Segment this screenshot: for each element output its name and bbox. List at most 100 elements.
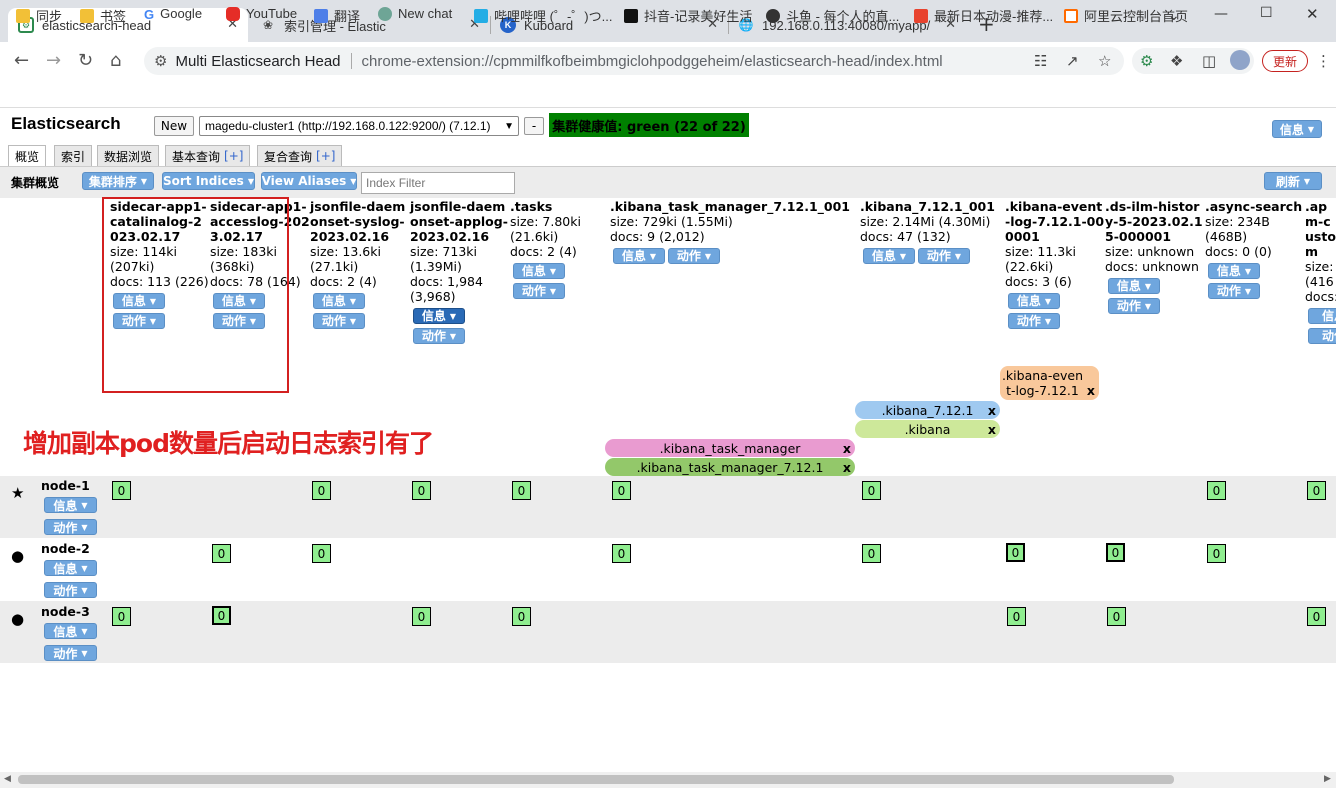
index-info-button[interactable]: 信息 ▼ [613, 248, 665, 264]
tab-overview[interactable]: 概览 [8, 145, 47, 166]
bookmark-anime[interactable]: 最新日本动漫-推荐... [914, 6, 1053, 25]
index-info-button[interactable]: 信息 ▼ [1208, 263, 1260, 279]
cluster-sort-button[interactable]: 集群排序 ▼ [82, 172, 154, 190]
index-info-button[interactable]: 信息 [1308, 308, 1336, 324]
index-info-button[interactable]: 信息 ▼ [413, 308, 465, 324]
alias-kibana-7-12-1[interactable]: .kibana_7.12.1 x [855, 401, 1000, 419]
reload-icon[interactable]: ↻ [78, 50, 93, 71]
node-action-button[interactable]: 动作 ▼ [44, 645, 97, 661]
index-action-button[interactable]: 动作 [1308, 328, 1336, 344]
shard[interactable]: 0 [512, 607, 531, 626]
shard[interactable]: 0 [1107, 607, 1126, 626]
home-icon[interactable]: ⌂ [110, 50, 121, 71]
node-info-button[interactable]: 信息 ▼ [44, 497, 97, 513]
shard[interactable]: 0 [112, 481, 131, 500]
index-action-button[interactable]: 动作 ▼ [313, 313, 365, 329]
tab-basic-query[interactable]: 基本查询 [+] [165, 145, 251, 166]
bookmark-bilibili[interactable]: 哔哩哔哩 (゜-゜)つ... [474, 6, 612, 25]
forward-icon[interactable]: → [46, 50, 61, 71]
shard[interactable]: 0 [512, 481, 531, 500]
index-action-button[interactable]: 动作 ▼ [413, 328, 465, 344]
sidepanel-icon[interactable]: ◫ [1202, 52, 1216, 70]
bookmark-newchat[interactable]: New chat [378, 6, 452, 21]
translate-icon[interactable]: ☷ [1034, 52, 1047, 70]
primary-shard[interactable]: 0 [212, 606, 231, 625]
index-info-button[interactable]: 信息 ▼ [863, 248, 915, 264]
node-info-button[interactable]: 信息 ▼ [44, 560, 97, 576]
bookmark-douyin[interactable]: 抖音-记录美好生活 [624, 6, 752, 25]
shard[interactable]: 0 [1307, 481, 1326, 500]
scrollbar-thumb[interactable] [18, 775, 1174, 784]
index-info-button[interactable]: 信息 ▼ [513, 263, 565, 279]
remove-alias-icon[interactable]: x [988, 422, 996, 437]
shard[interactable]: 0 [1007, 607, 1026, 626]
bookmark-shuqian[interactable]: 书签 [80, 6, 126, 25]
add-tab-link[interactable]: [+] [316, 149, 335, 163]
primary-shard[interactable]: 0 [1006, 543, 1025, 562]
index-action-button[interactable]: 动作 ▼ [918, 248, 970, 264]
alias-kibana-event-log[interactable]: .kibana-event-log-7.12.1 x [1000, 366, 1099, 400]
primary-shard[interactable]: 0 [1106, 543, 1125, 562]
shard[interactable]: 0 [862, 544, 881, 563]
node-action-button[interactable]: 动作 ▼ [44, 519, 97, 535]
node-action-button[interactable]: 动作 ▼ [44, 582, 97, 598]
refresh-button[interactable]: 刷新 ▼ [1264, 172, 1322, 190]
window-close-icon[interactable]: ✕ [1306, 5, 1319, 23]
share-icon[interactable]: ↗ [1066, 52, 1079, 70]
scroll-right-icon[interactable]: ▶ [1324, 774, 1331, 784]
puzzle-icon[interactable]: ❖ [1170, 52, 1183, 70]
bookmark-aliyun[interactable]: 阿里云控制台首页 [1064, 6, 1188, 25]
avatar[interactable] [1230, 50, 1250, 70]
shard[interactable]: 0 [862, 481, 881, 500]
shard[interactable]: 0 [412, 481, 431, 500]
tab-browser[interactable]: 数据浏览 [97, 145, 160, 166]
index-action-button[interactable]: 动作 ▼ [1208, 283, 1260, 299]
remove-alias-icon[interactable]: x [843, 441, 851, 456]
tab-indices[interactable]: 索引 [54, 145, 93, 166]
minimize-icon[interactable]: — [1214, 6, 1228, 22]
shard[interactable]: 0 [612, 544, 631, 563]
index-action-button[interactable]: 动作 ▼ [1008, 313, 1060, 329]
disconnect-button[interactable]: - [524, 117, 544, 135]
alias-kibana-task-manager-7-12-1[interactable]: .kibana_task_manager_7.12.1 x [605, 458, 855, 476]
alias-kibana[interactable]: .kibana x [855, 420, 1000, 438]
bookmark-youtube[interactable]: YouTube [226, 6, 297, 21]
add-tab-link[interactable]: [+] [224, 149, 243, 163]
head-extension-icon[interactable]: ⚙ [1140, 52, 1153, 70]
remove-alias-icon[interactable]: x [1087, 383, 1095, 398]
shard[interactable]: 0 [1207, 481, 1226, 500]
view-aliases-button[interactable]: View Aliases ▼ [261, 172, 357, 190]
menu-icon[interactable]: ⋮ [1316, 52, 1331, 70]
shard[interactable]: 0 [112, 607, 131, 626]
info-dropdown-button[interactable]: 信息 ▼ [1272, 120, 1322, 138]
index-info-button[interactable]: 信息 ▼ [1108, 278, 1160, 294]
shard[interactable]: 0 [312, 544, 331, 563]
index-info-button[interactable]: 信息 ▼ [313, 293, 365, 309]
sort-indices-button[interactable]: Sort Indices ▼ [162, 172, 255, 190]
index-info-button[interactable]: 信息 ▼ [1008, 293, 1060, 309]
remove-alias-icon[interactable]: x [843, 460, 851, 475]
shard[interactable]: 0 [412, 607, 431, 626]
shard[interactable]: 0 [1307, 607, 1326, 626]
index-action-button[interactable]: 动作 ▼ [1108, 298, 1160, 314]
scroll-left-icon[interactable]: ◀ [4, 774, 11, 784]
star-icon[interactable]: ☆ [1098, 52, 1111, 70]
cluster-select[interactable]: magedu-cluster1 (http://192.168.0.122:92… [199, 116, 519, 136]
bookmark-sync[interactable]: 同步 [16, 6, 62, 25]
shard[interactable]: 0 [1207, 544, 1226, 563]
shard[interactable]: 0 [312, 481, 331, 500]
bookmark-douyu[interactable]: 斗鱼 - 每个人的直... [766, 6, 899, 25]
index-filter-input[interactable]: Index Filter [361, 172, 515, 194]
new-connection-button[interactable]: New [154, 116, 194, 136]
alias-kibana-task-manager[interactable]: .kibana_task_manager x [605, 439, 855, 457]
bookmark-translate[interactable]: 翻译 [314, 6, 360, 25]
address-bar[interactable]: ⚙ Multi Elasticsearch Head chrome-extens… [144, 47, 1124, 75]
node-info-button[interactable]: 信息 ▼ [44, 623, 97, 639]
maximize-icon[interactable]: ☐ [1260, 5, 1273, 21]
index-action-button[interactable]: 动作 ▼ [668, 248, 720, 264]
back-icon[interactable]: ← [14, 50, 29, 71]
shard[interactable]: 0 [612, 481, 631, 500]
bookmark-google[interactable]: G Google [144, 6, 202, 22]
shard[interactable]: 0 [212, 544, 231, 563]
tab-structured-query[interactable]: 复合查询 [+] [257, 145, 343, 166]
